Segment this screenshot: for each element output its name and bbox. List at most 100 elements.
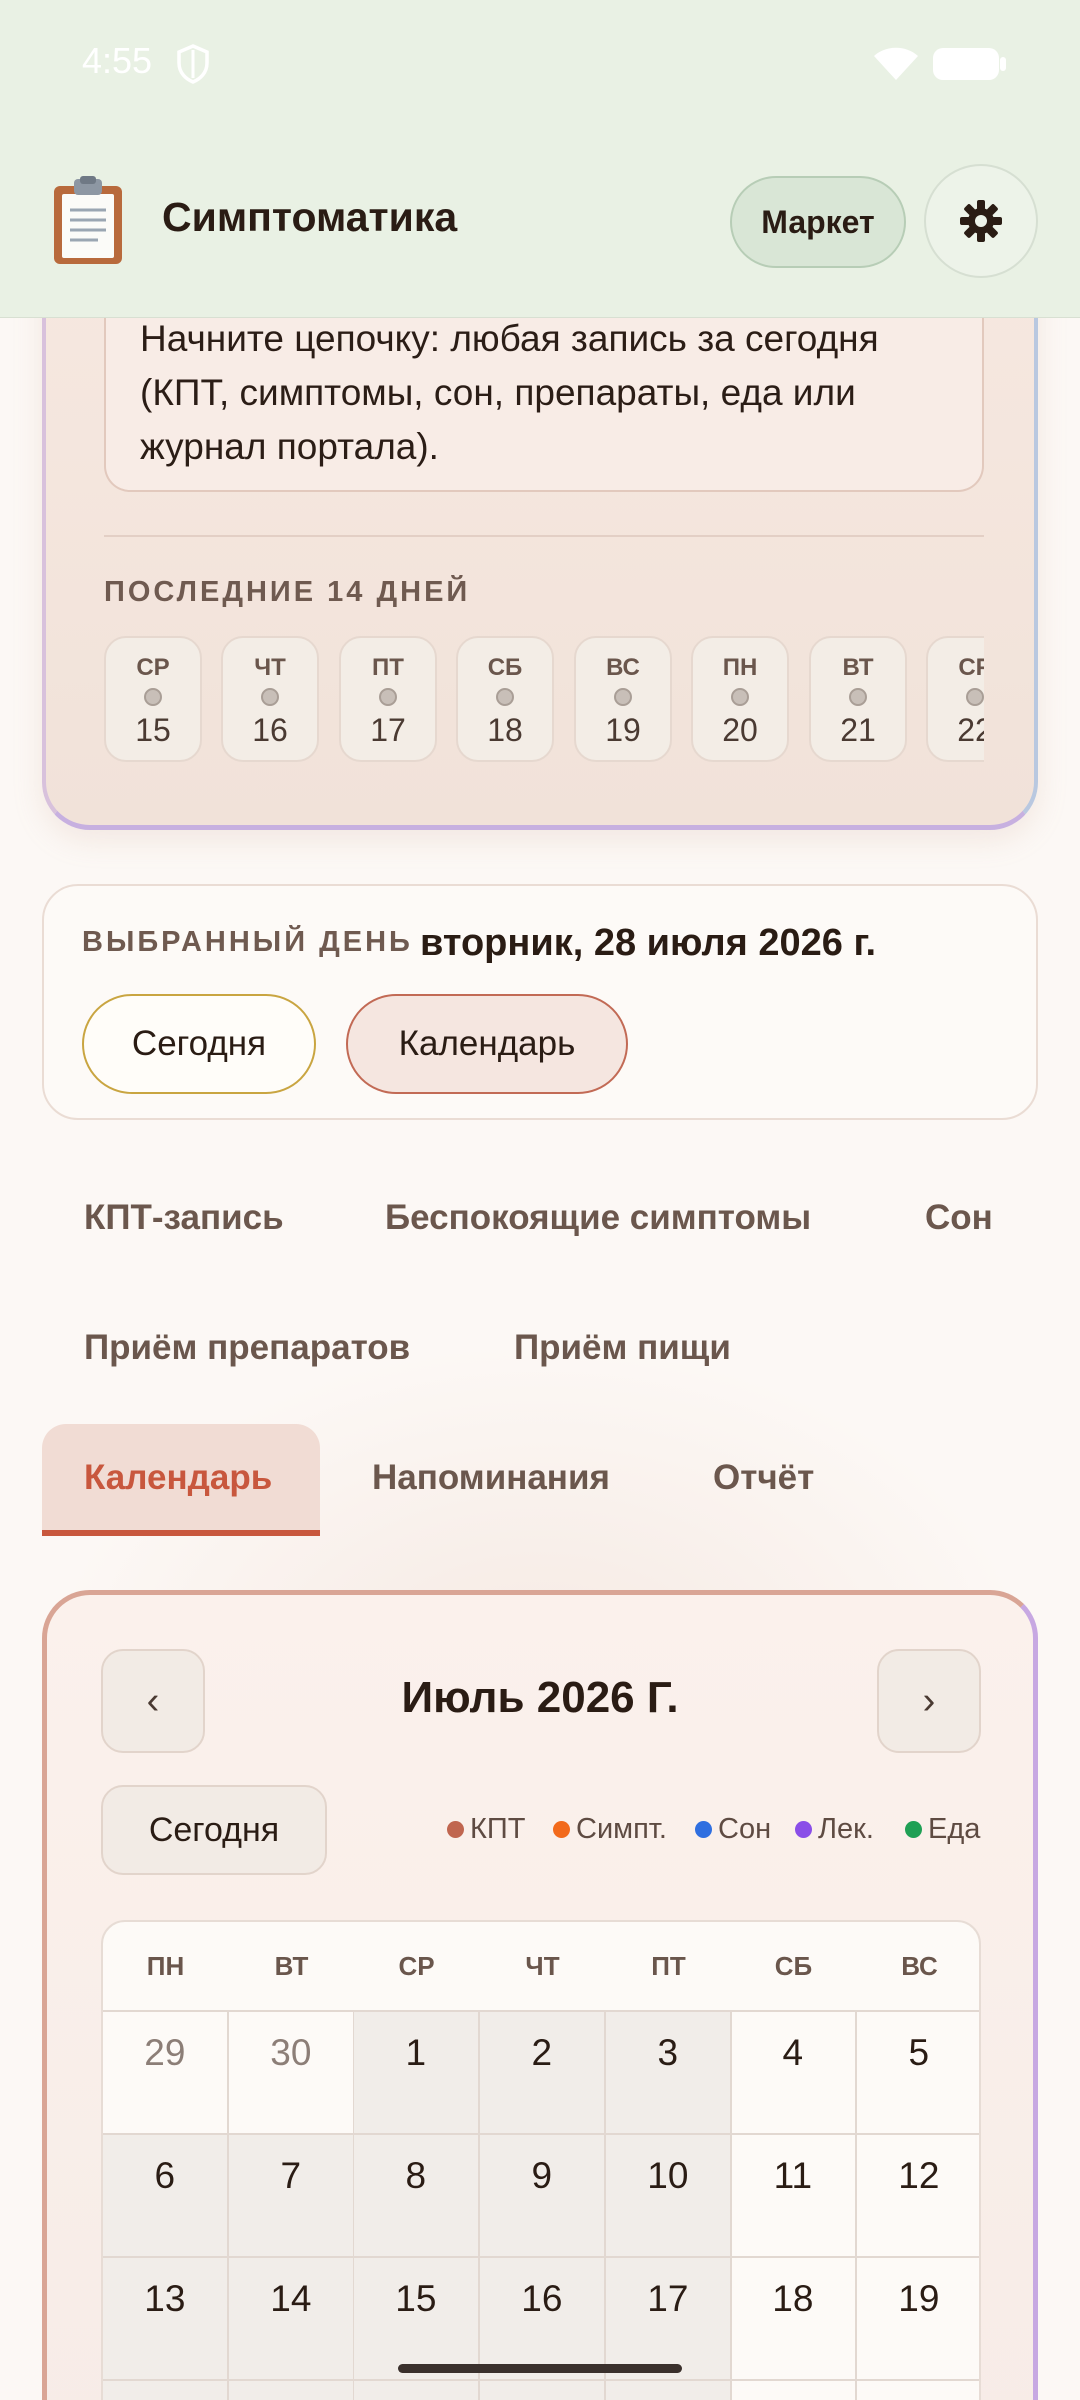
day-status-dot [261,688,279,706]
legend-label: Сон [718,1813,772,1845]
weekday-header: СБ [774,1950,813,1981]
calendar-day[interactable]: 17 [606,2256,732,2379]
settings-button[interactable] [924,164,1038,278]
day-strip[interactable]: СР 15 ЧТ 16 ПТ 17 СБ 18 ВС 19 ПН 20 ВТ 2… [104,636,984,766]
calendar-day[interactable] [354,2379,480,2400]
day-status-dot [849,688,867,706]
weekday-header: ВС [901,1950,938,1981]
legend-label: Еда [928,1813,981,1845]
day-chip-weekday: ПТ [372,654,404,681]
calendar-day[interactable]: 6 [103,2133,229,2256]
app-title: Симптоматика [162,194,458,240]
day-status-dot [496,688,514,706]
day-chip[interactable]: СР 15 [104,636,202,762]
day-chip[interactable]: СБ 18 [456,636,554,762]
tab-report[interactable]: Отчёт [713,1458,814,1498]
app-header: Симптоматика Маркет [0,130,1080,318]
day-status-dot [379,688,397,706]
market-button[interactable]: Маркет [730,176,906,268]
tab-cbt-record[interactable]: КПТ-запись [84,1198,284,1238]
calendar-day[interactable] [857,2379,979,2400]
today-button[interactable]: Сегодня [82,994,316,1094]
calendar-day[interactable]: 18 [731,2256,857,2379]
day-chip[interactable]: СР 22 [926,636,984,762]
day-chip[interactable]: ПТ 17 [339,636,437,762]
day-chip[interactable]: ПН 20 [691,636,789,762]
tab-food[interactable]: Приём пищи [514,1328,731,1368]
day-chip-weekday: ЧТ [254,654,286,681]
calendar-day[interactable] [731,2379,857,2400]
tab-symptoms[interactable]: Беспокоящие симптомы [385,1198,811,1238]
day-chip-number: 20 [722,712,758,748]
legend-label: КПТ [470,1813,526,1845]
legend-item-food: Еда [905,1813,980,1846]
calendar-day[interactable]: 11 [731,2133,857,2256]
day-chip-number: 21 [840,712,876,748]
legend-dot [905,1821,922,1838]
day-chip-weekday: ВС [606,654,640,681]
calendar-card: ‹ Июль 2026 Г. › Сегодня КПТ Симпт. Сон … [42,1590,1038,2400]
calendar-day[interactable]: 1 [354,2010,480,2133]
calendar-day[interactable]: 5 [857,2010,979,2133]
calendar-day[interactable]: 3 [606,2010,732,2133]
day-chip[interactable]: ВТ 21 [809,636,907,762]
calendar-day[interactable]: 13 [103,2256,229,2379]
clipboard-icon [54,176,122,264]
calendar-day[interactable] [103,2379,229,2400]
gear-icon [960,200,1002,242]
calendar-day[interactable]: 8 [354,2133,480,2256]
streak-card: Начните цепочку: любая запись за сегодня… [42,250,1038,830]
wifi-icon [874,47,918,80]
day-chip[interactable]: ЧТ 16 [221,636,319,762]
calendar-button[interactable]: Календарь [346,994,628,1094]
selected-day-date: вторник, 28 июля 2026 г. [420,922,877,964]
calendar-day[interactable]: 2 [480,2010,606,2133]
tab-reminders[interactable]: Напоминания [372,1458,610,1498]
shield-icon [177,44,209,84]
tab-medications[interactable]: Приём препаратов [84,1328,410,1368]
calendar-day[interactable]: 16 [480,2256,606,2379]
calendar-day[interactable]: 14 [229,2256,355,2379]
calendar-day[interactable] [606,2379,732,2400]
battery-icon [933,48,1006,80]
day-chip-weekday: СБ [487,654,523,681]
calendar-day[interactable]: 10 [606,2133,732,2256]
legend-item-symptoms: Симпт. [553,1813,667,1846]
legend-dot [553,1821,570,1838]
day-chip-weekday: СР [136,654,170,681]
divider [104,535,984,537]
weekday-header: ПН [146,1950,185,1981]
home-indicator[interactable] [398,2364,682,2373]
weekday-header: СР [398,1950,435,1981]
calendar-day[interactable]: 9 [480,2133,606,2256]
legend-dot [795,1821,812,1838]
status-time: 4:55 [82,40,153,81]
calendar-day[interactable] [229,2379,355,2400]
legend-item-meds: Лек. [795,1813,874,1846]
day-status-dot [731,688,749,706]
next-month-button[interactable]: › [877,1649,981,1753]
calendar-day[interactable]: 7 [229,2133,355,2256]
tab-sleep[interactable]: Сон [925,1198,993,1238]
weekday-header: ВТ [274,1950,309,1981]
selected-day-card: ВЫБРАННЫЙ ДЕНЬ вторник, 28 июля 2026 г. … [42,884,1038,1120]
selected-day-label: ВЫБРАННЫЙ ДЕНЬ [82,926,413,958]
calendar-day[interactable]: 15 [354,2256,480,2379]
tab-calendar[interactable]: Календарь [42,1424,320,1536]
legend-label: Симпт. [576,1813,667,1845]
day-chip-weekday: ПН [722,654,758,681]
calendar-day[interactable]: 29 [103,2010,229,2133]
calendar-today-button[interactable]: Сегодня [101,1785,327,1875]
legend-item-sleep: Сон [695,1813,771,1846]
day-chip-weekday: СР [958,654,984,681]
calendar-day[interactable]: 30 [229,2010,355,2133]
weekday-header: ПТ [651,1950,686,1981]
calendar-day[interactable]: 12 [857,2133,979,2256]
day-chip[interactable]: ВС 19 [574,636,672,762]
legend-label: Лек. [818,1813,874,1845]
calendar-day[interactable]: 4 [731,2010,857,2133]
calendar-day[interactable]: 19 [857,2256,979,2379]
day-status-dot [614,688,632,706]
day-status-dot [144,688,162,706]
calendar-day[interactable] [480,2379,606,2400]
